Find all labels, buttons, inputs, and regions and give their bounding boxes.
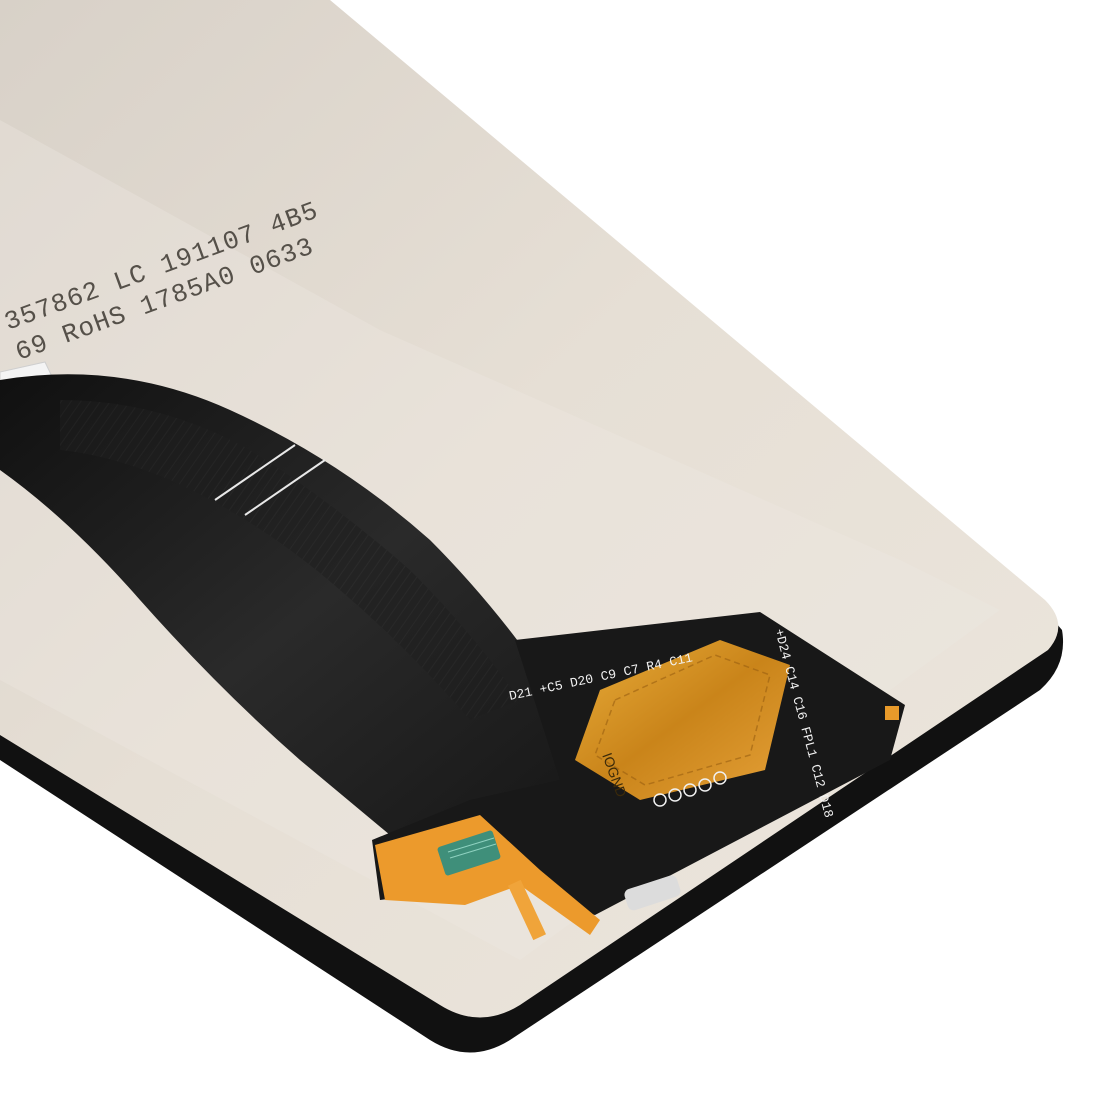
lcd-product-photo: 357862 LC 191107 4B5 69 RoHS 1785A0 0633…	[0, 0, 1100, 1100]
orange-tab	[885, 706, 899, 720]
